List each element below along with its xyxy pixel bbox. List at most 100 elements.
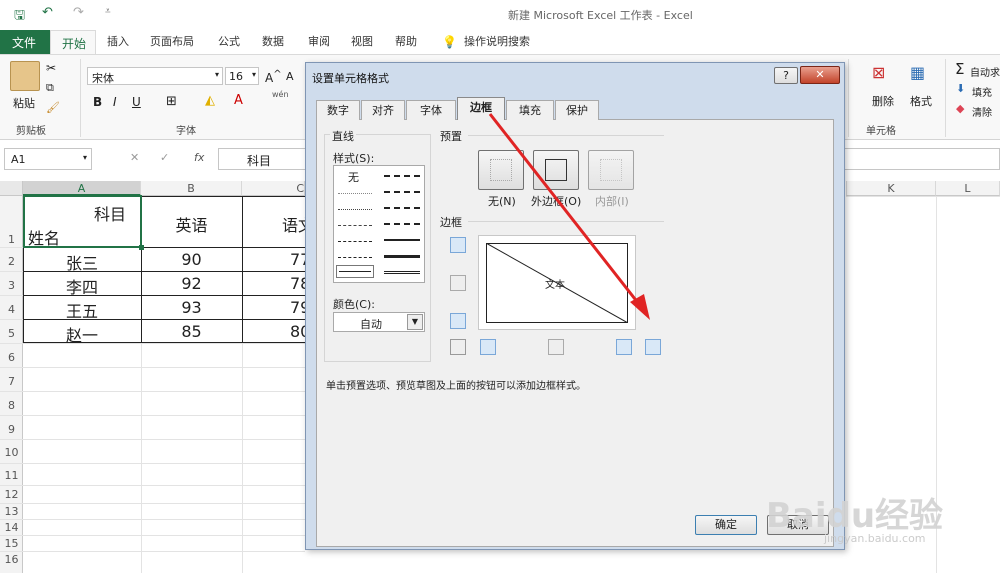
tab-page-layout[interactable]: 页面布局: [150, 32, 194, 52]
tab-home[interactable]: 开始: [50, 30, 96, 54]
line-style-option[interactable]: [384, 175, 420, 177]
line-style-option[interactable]: [384, 271, 420, 274]
fill-color-icon[interactable]: ◭: [205, 93, 215, 108]
autosum-button[interactable]: 自动求: [970, 64, 1000, 79]
cut-icon[interactable]: ✂: [46, 61, 56, 75]
table-cell[interactable]: 93: [141, 298, 242, 317]
close-button[interactable]: ✕: [800, 66, 840, 84]
row-header[interactable]: 12: [0, 488, 23, 501]
column-header-k[interactable]: K: [846, 181, 936, 196]
column-header-b[interactable]: B: [141, 181, 242, 196]
clear-button[interactable]: 清除: [972, 104, 992, 119]
tab-insert[interactable]: 插入: [107, 32, 129, 52]
tab-help[interactable]: 帮助: [395, 32, 417, 52]
table-cell[interactable]: 92: [141, 274, 242, 293]
eraser-icon[interactable]: ◆: [956, 102, 964, 115]
tab-review[interactable]: 审阅: [308, 32, 330, 52]
row-header[interactable]: 1: [0, 233, 23, 246]
table-cell[interactable]: 张三: [23, 250, 141, 274]
diagonal-down-button[interactable]: [645, 339, 661, 355]
row-header[interactable]: 13: [0, 505, 23, 518]
tab-font[interactable]: 字体: [406, 100, 456, 120]
font-size-select[interactable]: 16 ▾: [225, 67, 259, 85]
borders-icon[interactable]: ⊞: [166, 94, 177, 109]
fill-icon[interactable]: ⬇: [956, 82, 965, 95]
row-header[interactable]: 3: [0, 279, 23, 292]
line-style-option[interactable]: [338, 257, 372, 258]
row-header[interactable]: 7: [0, 375, 23, 388]
copy-icon[interactable]: ⧉: [46, 81, 54, 95]
border-right-button[interactable]: [616, 339, 632, 355]
line-style-option[interactable]: [384, 207, 420, 209]
shrink-font-icon[interactable]: A: [286, 70, 294, 83]
help-button[interactable]: ?: [774, 67, 798, 84]
border-left-button[interactable]: [480, 339, 496, 355]
column-header-a[interactable]: A: [23, 181, 141, 196]
grow-font-icon[interactable]: A^: [265, 69, 282, 85]
table-cell[interactable]: 赵一: [23, 322, 141, 346]
column-header-c[interactable]: C: [242, 181, 305, 196]
cell-b1[interactable]: 英语: [141, 212, 242, 236]
border-middle-horizontal-button[interactable]: [450, 275, 466, 291]
row-header[interactable]: 9: [0, 423, 23, 436]
row-header[interactable]: 15: [0, 537, 23, 550]
select-all-corner[interactable]: [0, 181, 23, 196]
tab-formulas[interactable]: 公式: [218, 32, 240, 52]
phonetic-guide-icon[interactable]: wén: [272, 90, 289, 99]
table-cell[interactable]: 李四: [23, 274, 141, 298]
font-color-icon[interactable]: A: [234, 93, 243, 108]
row-header[interactable]: 2: [0, 255, 23, 268]
border-bottom-button[interactable]: [450, 313, 466, 329]
line-style-none[interactable]: 无: [348, 169, 359, 185]
row-header[interactable]: 8: [0, 399, 23, 412]
redo-icon[interactable]: ↷: [73, 5, 84, 20]
bold-button[interactable]: B: [93, 95, 102, 109]
line-style-option[interactable]: [384, 191, 420, 193]
line-style-option[interactable]: [338, 209, 372, 210]
row-header[interactable]: 6: [0, 351, 23, 364]
line-style-option[interactable]: [338, 193, 372, 194]
line-style-option[interactable]: [384, 239, 420, 241]
table-cell[interactable]: 90: [141, 250, 242, 269]
line-style-option[interactable]: [338, 225, 372, 226]
diagonal-up-button[interactable]: [450, 339, 466, 355]
line-style-selected[interactable]: [336, 265, 374, 278]
border-top-button[interactable]: [450, 237, 466, 253]
delete-cells-icon[interactable]: ⊠: [872, 63, 885, 82]
undo-icon[interactable]: ↶: [42, 5, 53, 20]
border-middle-vertical-button[interactable]: [548, 339, 564, 355]
fill-button[interactable]: 填充: [972, 84, 992, 99]
cancel-entry-icon[interactable]: ✕: [130, 151, 139, 164]
underline-button[interactable]: U: [132, 95, 141, 109]
tab-alignment[interactable]: 对齐: [361, 100, 405, 120]
delete-cells-button[interactable]: 删除: [872, 93, 894, 109]
qat-customize-icon[interactable]: ⩡: [105, 6, 111, 17]
line-style-option[interactable]: [384, 223, 420, 225]
insert-function-button[interactable]: fx: [194, 151, 204, 164]
line-style-option[interactable]: [338, 241, 372, 242]
table-cell[interactable]: 王五: [23, 298, 141, 322]
save-icon[interactable]: 🖫: [14, 6, 25, 28]
line-style-list[interactable]: 无: [333, 165, 425, 283]
column-header-l[interactable]: L: [936, 181, 1000, 196]
enter-entry-icon[interactable]: ✓: [160, 151, 169, 164]
name-box[interactable]: A1 ▾: [4, 148, 92, 170]
format-cells-button[interactable]: 格式: [910, 93, 932, 109]
row-header[interactable]: 11: [0, 469, 23, 482]
tell-me-search[interactable]: 操作说明搜索: [464, 32, 530, 52]
paste-button[interactable]: 粘贴: [13, 95, 35, 111]
ok-button[interactable]: 确定: [695, 515, 757, 535]
autosum-icon[interactable]: Σ: [955, 60, 964, 78]
format-painter-icon[interactable]: 🖌: [46, 101, 60, 114]
tab-number[interactable]: 数字: [316, 100, 360, 120]
tab-view[interactable]: 视图: [351, 32, 373, 52]
format-cells-icon[interactable]: ▦: [910, 63, 925, 82]
row-header[interactable]: 4: [0, 303, 23, 316]
italic-button[interactable]: I: [113, 95, 117, 109]
paste-icon[interactable]: [10, 61, 40, 91]
line-style-option[interactable]: [384, 255, 420, 258]
row-header[interactable]: 10: [0, 446, 23, 459]
row-header[interactable]: 14: [0, 521, 23, 534]
row-header[interactable]: 16: [0, 553, 23, 566]
color-select[interactable]: 自动 ▼: [333, 312, 425, 332]
